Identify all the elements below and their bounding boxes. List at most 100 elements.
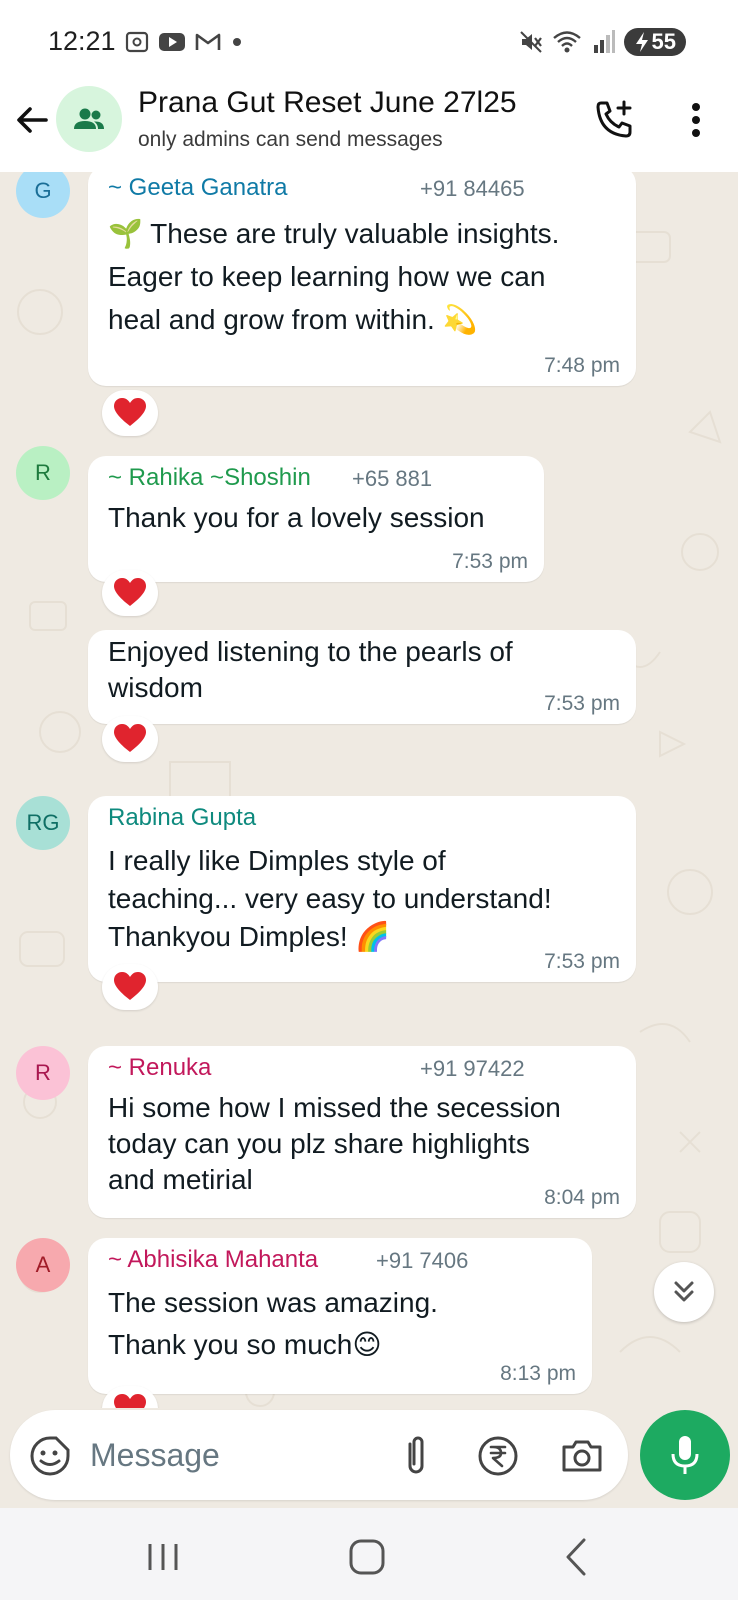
- sender-name[interactable]: Rabina Gupta: [108, 804, 256, 832]
- message-line: Thankyou Dimples! 🌈: [108, 921, 391, 952]
- sender-phone: +91 97422: [420, 1056, 525, 1081]
- message-line: today can you plz share highlights: [108, 1128, 530, 1159]
- message-line: Eager to keep learning how we can: [108, 261, 546, 292]
- double-chevron-down-icon: [674, 1281, 694, 1302]
- add-call-button[interactable]: [592, 98, 636, 142]
- chevron-left-icon: [566, 1538, 586, 1576]
- message-composer[interactable]: [10, 1410, 628, 1500]
- message-bubble[interactable]: ~ Abhisika Mahanta +91 7406 The session …: [88, 1238, 592, 1394]
- message-time: 8:13 pm: [500, 1362, 576, 1385]
- reaction-badge[interactable]: [102, 390, 158, 436]
- battery-level: 55: [651, 29, 676, 54]
- message-line: Thank you so much😊: [108, 1329, 382, 1360]
- message-text: Enjoyed listening to the pearls of wisdo…: [108, 634, 513, 706]
- reaction-badge[interactable]: [102, 716, 158, 762]
- paperclip-icon: [408, 1436, 424, 1474]
- arrow-left-icon: [17, 107, 48, 133]
- mute-icon: [519, 31, 542, 53]
- message-line: The session was amazing.: [108, 1287, 438, 1318]
- sender-phone: +65 881: [352, 466, 433, 491]
- sender-avatar[interactable]: R: [16, 1046, 70, 1100]
- recent-apps-button[interactable]: [138, 1532, 188, 1582]
- home-button[interactable]: [342, 1532, 392, 1582]
- system-nav-bar: [0, 1508, 738, 1600]
- message-time: 8:04 pm: [544, 1186, 620, 1209]
- group-name[interactable]: Prana Gut Reset June 27l25: [138, 86, 517, 120]
- message-bubble[interactable]: ~ Geeta Ganatra +91 84465 🌱 These are tr…: [88, 172, 636, 386]
- message-line: heal and grow from within. 💫: [108, 304, 478, 335]
- sender-name[interactable]: ~ Geeta Ganatra: [108, 174, 287, 202]
- message-line: and metirial: [108, 1164, 253, 1195]
- avatar-initials: RG: [26, 810, 60, 835]
- sender-name[interactable]: ~ Renuka: [108, 1054, 211, 1082]
- avatar-initials: R: [35, 460, 51, 485]
- battery-icon: 55: [623, 28, 686, 56]
- message-line: Hi some how I missed the secession: [108, 1092, 561, 1123]
- sender-name[interactable]: ~ Rahika ~Shoshin: [108, 464, 311, 492]
- camera-icon: [562, 1440, 602, 1472]
- avatar-initials: A: [35, 1252, 51, 1277]
- heart-icon: [114, 972, 146, 1000]
- message-line: Enjoyed listening to the pearls of: [108, 636, 513, 667]
- notification-icons: [124, 30, 244, 54]
- message-time: 7:48 pm: [544, 354, 620, 377]
- sender-avatar[interactable]: R: [16, 446, 70, 500]
- chat-area[interactable]: G ~ Geeta Ganatra +91 84465 🌱 These are …: [0, 172, 738, 1408]
- recents-icon: [148, 1544, 178, 1570]
- back-button[interactable]: [12, 98, 56, 142]
- message-line: Thank you for a lovely session: [108, 502, 485, 533]
- attach-button[interactable]: [396, 1434, 436, 1478]
- group-avatar[interactable]: [56, 86, 122, 152]
- heart-icon: [114, 724, 146, 752]
- voice-message-button[interactable]: [640, 1410, 730, 1500]
- group-status: only admins can send messages: [138, 128, 443, 151]
- phone-plus-icon: [596, 100, 632, 138]
- message-text: Hi some how I missed the secession today…: [108, 1090, 561, 1198]
- sender-phone: +91 7406: [376, 1248, 469, 1273]
- emoji-button[interactable]: [28, 1434, 72, 1478]
- composer-bar: [0, 1408, 738, 1508]
- camera-button[interactable]: [560, 1434, 604, 1478]
- message-time: 7:53 pm: [544, 692, 620, 715]
- group-icon: [74, 108, 104, 129]
- sender-avatar[interactable]: RG: [16, 796, 70, 850]
- message-text: I really like Dimples style of teaching.…: [108, 842, 552, 956]
- screenshot-icon: [125, 31, 149, 53]
- chat-header: Prana Gut Reset June 27l25 only admins c…: [0, 80, 738, 172]
- rupee-icon: [478, 1436, 518, 1476]
- sticker-smiley-icon: [30, 1436, 70, 1476]
- avatar-initials: R: [35, 1060, 51, 1085]
- message-text: Thank you for a lovely session: [108, 496, 485, 539]
- sender-name[interactable]: ~ Abhisika Mahanta: [108, 1246, 318, 1274]
- reaction-badge[interactable]: [102, 964, 158, 1010]
- system-icons: 55: [518, 28, 686, 56]
- message-line: I really like Dimples style of: [108, 845, 446, 876]
- sender-avatar[interactable]: A: [16, 1238, 70, 1292]
- signal-icon: [593, 30, 615, 53]
- message-bubble[interactable]: Enjoyed listening to the pearls of wisdo…: [88, 630, 636, 724]
- message-text: The session was amazing. Thank you so mu…: [108, 1282, 438, 1366]
- message-time: 7:53 pm: [544, 950, 620, 973]
- message-text: 🌱 These are truly valuable insights. Eag…: [108, 212, 559, 341]
- dot-icon: [233, 38, 241, 46]
- system-back-button[interactable]: [552, 1532, 602, 1582]
- reaction-badge[interactable]: [102, 570, 158, 616]
- message-bubble[interactable]: ~ Renuka +91 97422 Hi some how I missed …: [88, 1046, 636, 1218]
- heart-icon: [114, 1394, 146, 1408]
- sender-phone: +91 84465: [420, 176, 525, 201]
- avatar-initials: G: [34, 178, 52, 203]
- status-bar: 12:21 55: [0, 0, 738, 80]
- message-input[interactable]: [90, 1432, 370, 1478]
- youtube-icon: [159, 33, 185, 51]
- home-icon: [349, 1539, 385, 1575]
- more-options-button[interactable]: [676, 98, 716, 142]
- microphone-icon: [671, 1436, 699, 1474]
- payment-button[interactable]: [476, 1434, 520, 1478]
- heart-icon: [114, 398, 146, 426]
- message-bubble[interactable]: Rabina Gupta I really like Dimples style…: [88, 796, 636, 982]
- message-line: wisdom: [108, 672, 203, 703]
- more-vert-icon: [692, 103, 700, 137]
- scroll-to-bottom-button[interactable]: [654, 1262, 714, 1322]
- message-line: teaching... very easy to understand!: [108, 883, 552, 914]
- message-bubble[interactable]: ~ Rahika ~Shoshin +65 881 Thank you for …: [88, 456, 544, 582]
